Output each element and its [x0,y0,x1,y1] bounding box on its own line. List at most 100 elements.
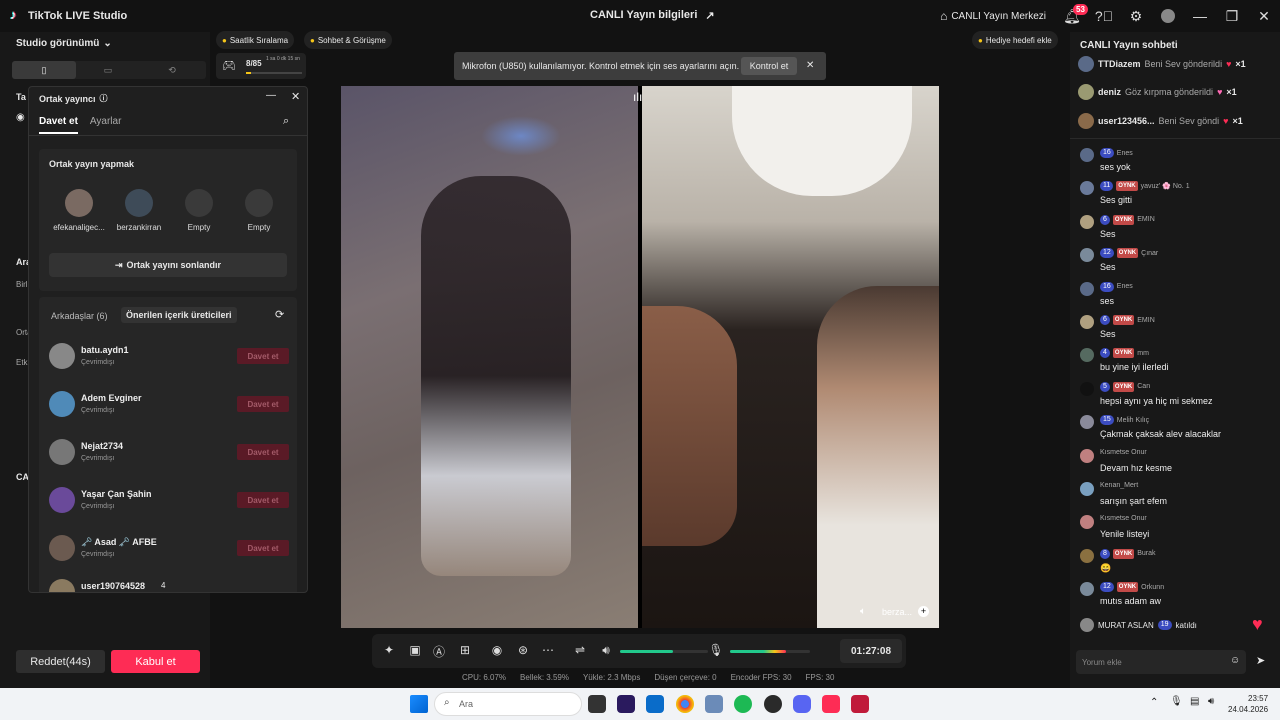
accept-button[interactable]: Kabul et [111,650,200,673]
camera-switch-icon[interactable]: ⊛ [515,643,531,657]
spotify-icon[interactable] [734,695,752,713]
message-header: 4 OYNK mm [1100,348,1149,359]
gift-goal-pill[interactable]: ● Hediye hedefi ekle [972,31,1058,49]
network-icon[interactable]: ▤ [1190,696,1199,707]
comment-input[interactable]: Yorum ekle [1076,650,1246,674]
gear-icon[interactable]: ⚙ [1120,0,1152,32]
after-effects-icon[interactable] [617,695,635,713]
message-user[interactable]: Kısmetse Onur [1100,449,1147,456]
live-studio-app-icon[interactable] [851,695,869,713]
chevron-up-icon[interactable]: ⌃ [1150,697,1158,708]
avatar[interactable] [1152,0,1184,32]
maximize-icon[interactable]: ❐ [1216,0,1248,32]
slot-3[interactable]: Empty [169,189,229,232]
close-icon[interactable]: ✕ [1248,0,1280,32]
invite-button[interactable]: Davet et [237,540,289,556]
settings-app-icon[interactable] [705,695,723,713]
message-user[interactable]: Can [1137,383,1150,390]
message-user[interactable]: Enes [1117,150,1133,157]
memory-stat: Bellek: 3.59% [520,673,569,682]
message-user[interactable]: Kenan_Mert [1100,482,1138,489]
message-user[interactable]: mm [1137,350,1149,357]
file-explorer-icon[interactable] [588,695,606,713]
end-cohost-button[interactable]: ⇥ Ortak yayını sonlandır [49,253,287,277]
chrome-icon[interactable] [676,695,694,713]
join-text: katıldı [1175,620,1197,630]
emoji-icon[interactable]: ☺ [1230,655,1240,666]
help-icon[interactable]: ⓘ [100,93,108,104]
message-user[interactable]: Çınar [1141,250,1158,257]
rotate-layout-button[interactable]: ⟲ [140,61,204,79]
tab-suggested[interactable]: Önerilen içerik üreticileri [121,307,237,323]
message-user[interactable]: yavuz' 🌸 No. 1 [1141,182,1190,190]
invite-button[interactable]: Davet et [237,396,289,412]
chat-message: Kenan_Mert sarışın şart efem [1080,480,1270,512]
steam-icon[interactable] [764,695,782,713]
fan-badge: OYNK [1112,548,1135,559]
message-user[interactable]: Enes [1117,283,1133,290]
fan-badge: OYNK [1112,381,1135,392]
tab-invite[interactable]: Davet et [39,116,78,134]
live-preview[interactable]: ılı 🔈︎ berza... + [341,86,939,628]
taskbar-search[interactable]: Ara [434,692,582,716]
message-user[interactable]: Melih Kılıç [1117,417,1149,424]
search-icon[interactable]: ⌕ [283,115,289,128]
invite-button[interactable]: Davet et [237,492,289,508]
help-icon[interactable]: ?⃝ [1088,0,1120,32]
mic-slider[interactable] [730,650,810,653]
tab-settings[interactable]: Ayarlar [90,116,122,134]
enhance-icon[interactable]: ▣ [407,643,423,657]
message-user[interactable]: EMIN [1137,216,1155,223]
magic-wand-icon[interactable]: ✦ [381,643,397,657]
clock[interactable]: 23:57 24.04.2026 [1228,693,1268,715]
sliders-icon[interactable]: ⇌ [572,643,588,657]
tiktok-app-icon[interactable] [822,695,840,713]
ai-icon[interactable]: Ⓐ [431,643,447,660]
reject-button[interactable]: Reddet(44s) [16,650,105,673]
send-icon[interactable]: ➤ [1256,654,1265,667]
discord-icon[interactable] [793,695,811,713]
invite-button[interactable]: Davet et [237,348,289,364]
notification-icon[interactable]: 🔔︎ 53 [1056,0,1088,32]
close-icon[interactable]: ✕ [291,90,300,103]
effects-icon[interactable]: ⊞ [457,643,473,657]
chat-meet-pill[interactable]: ● Sohbet & Görüşme [304,31,392,49]
outlook-icon[interactable] [646,695,664,713]
more-icon[interactable]: ⋯ [540,643,556,657]
check-button[interactable]: Kontrol et [741,57,797,75]
portrait-layout-button[interactable]: ▯ [12,61,76,79]
add-cohost-icon[interactable]: + [918,606,929,617]
live-info-button[interactable]: CANLI Yayın bilgileri ↗ [590,9,715,22]
message-user[interactable]: EMIN [1137,317,1155,324]
avatar [49,535,75,561]
hourly-ranking-pill[interactable]: ● Saatlik Sıralama [216,31,295,49]
record-icon[interactable]: ◉ [489,643,505,657]
level-badge: 11 [1100,181,1114,192]
slot-4[interactable]: Empty [229,189,289,232]
studio-view-dropdown[interactable]: Studio görünümü ⌄ [16,38,112,49]
message-user[interactable]: Orkunn [1141,584,1164,591]
volume-slider[interactable] [620,650,708,653]
wink-gift-icon: ♥ [1217,87,1223,97]
level-badge: 6 [1100,315,1110,325]
close-icon[interactable]: ✕ [806,60,814,71]
slot-2[interactable]: berzankirran [109,189,169,232]
message-user[interactable]: Kısmetse Onur [1100,515,1147,522]
goal-widget[interactable]: 🎮︎ 8/85 1 sa 0 dk 15 sn [216,53,306,79]
windows-start-icon[interactable] [410,695,428,713]
volume-icon[interactable]: 🔊︎ [598,643,614,658]
message-user[interactable]: Burak [1137,550,1155,557]
message-text: Ses [1100,262,1116,273]
live-center-button[interactable]: ⌂ CANLI Yayın Merkezi [940,9,1046,23]
microphone-icon[interactable]: 🎙︎ [708,643,724,657]
volume-icon[interactable]: 🔊︎ [1208,696,1214,707]
landscape-layout-button[interactable]: ▭ [76,61,140,79]
refresh-icon[interactable]: ⟳ [275,308,284,321]
heart-gift-icon: ♥ [1223,116,1229,126]
tab-friends[interactable]: Arkadaşlar (6) [51,311,108,321]
minimize-icon[interactable]: — [1184,0,1216,32]
microphone-icon[interactable]: 🎙︎ [1170,696,1183,707]
slot-1[interactable]: efekanaligec... [49,189,109,232]
invite-button[interactable]: Davet et [237,444,289,460]
minimize-icon[interactable]: — [266,90,276,101]
